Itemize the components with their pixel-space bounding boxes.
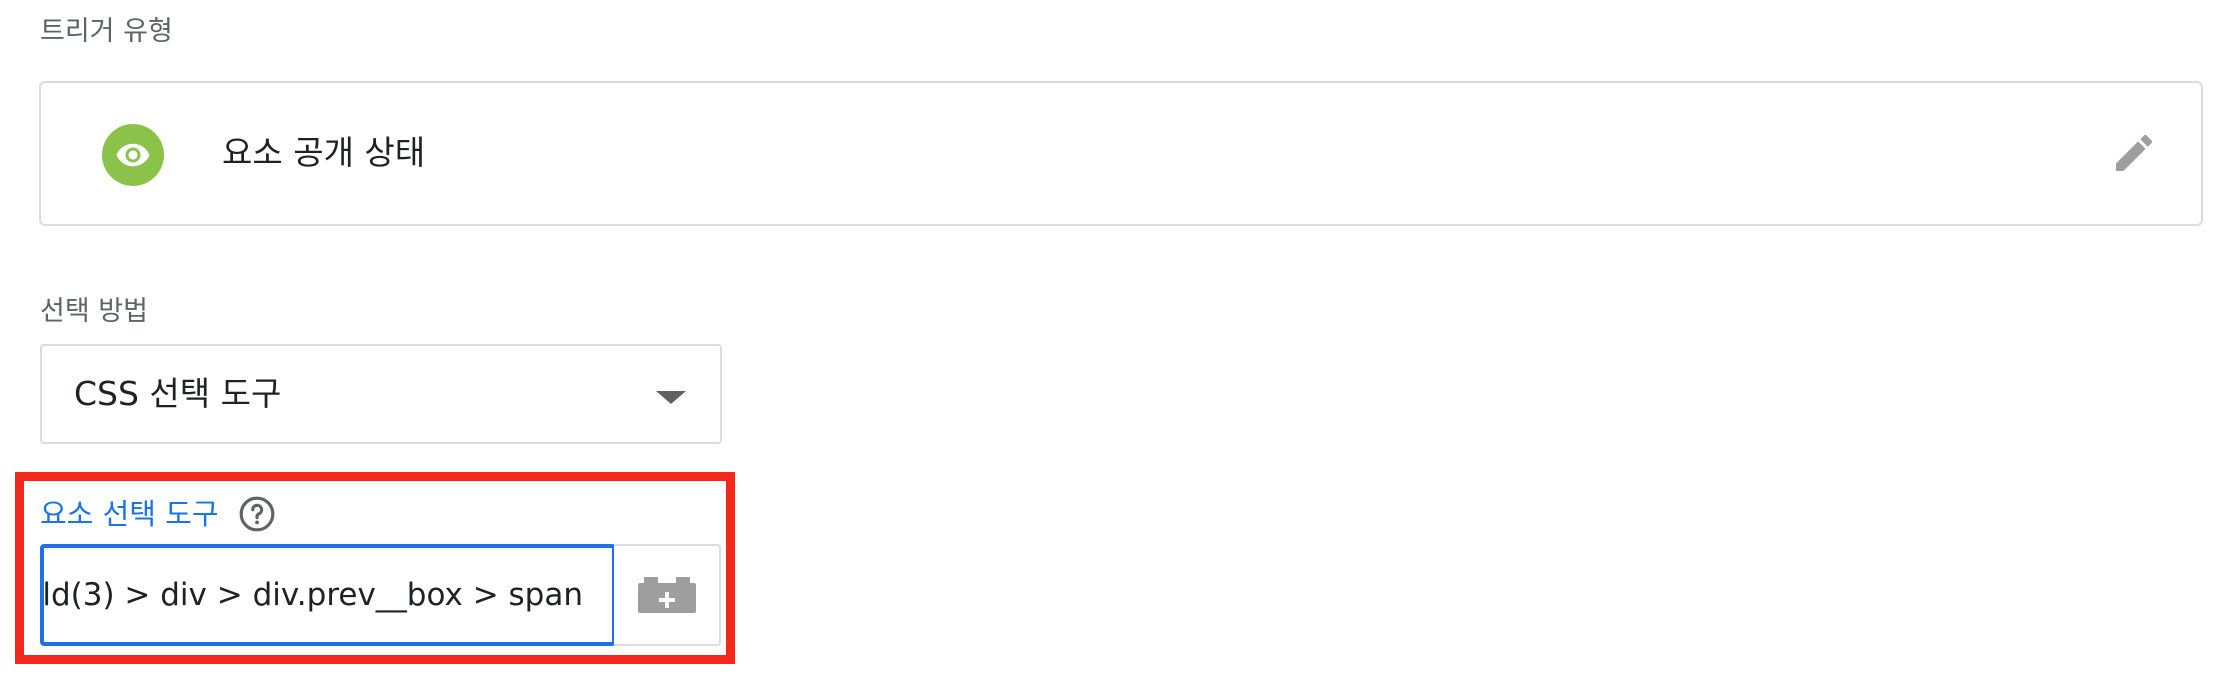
element-selector-input[interactable]: ld(3) > div > div.prev__box > span <box>40 544 616 646</box>
insert-variable-button[interactable] <box>614 544 721 646</box>
add-variable-icon <box>637 577 696 613</box>
trigger-config-panel: 트리거 유형 요소 공개 상태 선택 방법 CSS 선택 도구 요소 선택 도구… <box>0 0 2238 674</box>
pencil-icon[interactable] <box>2109 128 2159 178</box>
trigger-type-card[interactable]: 요소 공개 상태 <box>39 81 2203 226</box>
help-icon[interactable] <box>238 495 276 533</box>
trigger-type-name: 요소 공개 상태 <box>222 133 426 172</box>
selection-method-value: CSS 선택 도구 <box>74 374 282 413</box>
trigger-type-label: 트리거 유형 <box>40 16 173 47</box>
selection-method-label: 선택 방법 <box>40 296 148 327</box>
element-selector-value: ld(3) > div > div.prev__box > span <box>42 577 583 613</box>
eye-icon <box>102 124 164 186</box>
dropdown-arrow-icon <box>656 391 686 404</box>
element-selector-label: 요소 선택 도구 <box>40 497 219 531</box>
selection-method-dropdown[interactable]: CSS 선택 도구 <box>40 344 722 444</box>
